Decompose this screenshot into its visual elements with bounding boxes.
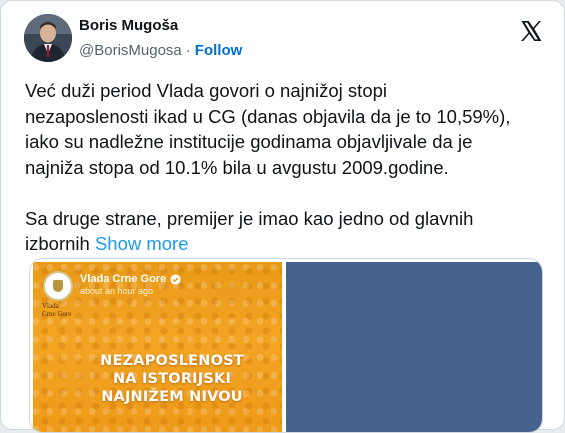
tweet-line: Sa druge strane, premijer je imao kao je… xyxy=(25,207,474,229)
headline-line: NA ISTORIJSKI xyxy=(112,371,232,387)
tweet-line: nezaposlenosti ikad u CG (danas objavila… xyxy=(25,105,511,127)
tweet-line: Već duži period Vlada govori o najnižoj … xyxy=(25,80,388,101)
media-headline: NEZAPOSLENOST NA ISTORIJSKI NAJNIŽEM NIV… xyxy=(92,352,252,406)
author-avatar[interactable] xyxy=(24,14,72,62)
facebook-post-time: about an hour ago xyxy=(80,286,154,296)
headline-line: NAJNIŽEM NIVOU xyxy=(101,389,243,405)
x-logo-icon[interactable] xyxy=(519,19,543,43)
facebook-post-header: Vlada Crne Gore Vlada Crne Gore about an… xyxy=(37,266,282,318)
media-image-right[interactable] xyxy=(286,262,542,432)
facebook-page-name: Vlada Crne Gore xyxy=(80,273,167,285)
author-handle-row: @BorisMugosa · Follow xyxy=(79,42,242,59)
follow-button[interactable]: Follow xyxy=(195,42,243,59)
author-name[interactable]: Boris Mugoša xyxy=(79,17,178,34)
headline-line: NEZAPOSLENOST xyxy=(100,353,244,369)
government-seal-icon xyxy=(43,271,73,301)
seal-caption-line: Vlada xyxy=(42,302,59,310)
person-portrait-icon xyxy=(24,14,72,62)
show-more-link[interactable]: Show more xyxy=(95,233,189,254)
tweet-last-line: izbornih Show more xyxy=(25,231,550,257)
seal-caption-line: Crne Gore xyxy=(42,310,72,318)
tweet-line: najniža stopa od 10.1% bila u avgustu 20… xyxy=(25,156,449,178)
separator-dot: · xyxy=(185,42,191,59)
tweet-line: iako su nadležne institucije godinama ob… xyxy=(25,131,473,152)
tweet-card: Boris Mugoša @BorisMugosa · Follow Već d… xyxy=(0,0,565,433)
media-preview[interactable]: Vlada Crne Gore Vlada Crne Gore about an… xyxy=(29,258,543,433)
author-handle[interactable]: @BorisMugosa xyxy=(79,42,182,59)
verified-badge-icon xyxy=(170,273,181,285)
facebook-page-name-row: Vlada Crne Gore xyxy=(80,273,181,285)
seal-caption: Vlada Crne Gore xyxy=(42,302,82,318)
tweet-line-text: izbornih xyxy=(25,233,90,254)
tweet-body: Već duži period Vlada govori o najnižoj … xyxy=(25,78,550,257)
media-image-left[interactable]: Vlada Crne Gore Vlada Crne Gore about an… xyxy=(33,262,282,432)
